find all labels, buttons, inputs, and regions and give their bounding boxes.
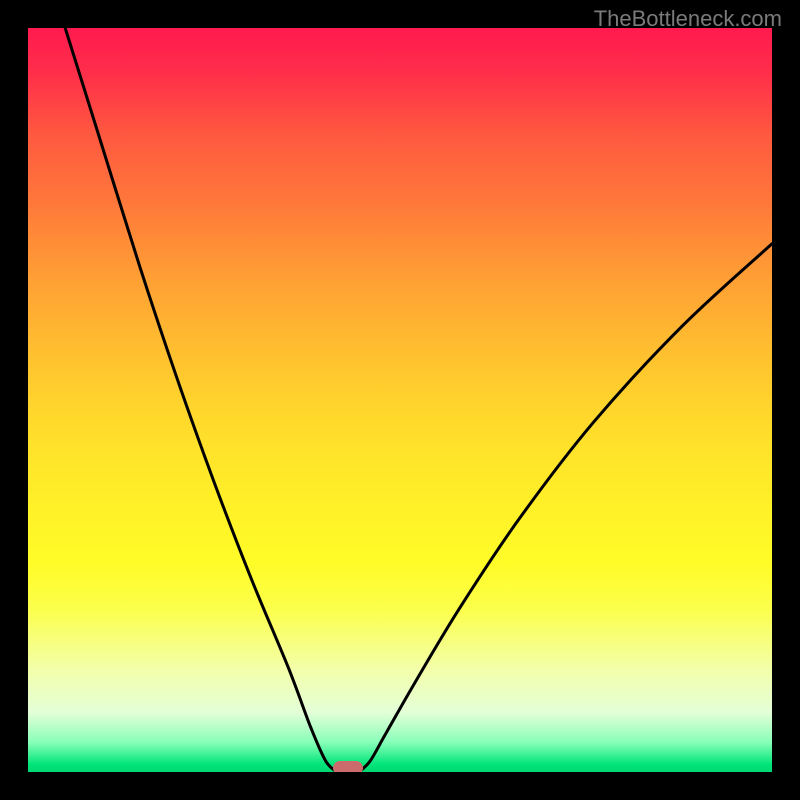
minimum-marker [333, 761, 363, 772]
bottleneck-curve [28, 28, 772, 772]
plot-area [28, 28, 772, 772]
watermark-text: TheBottleneck.com [594, 6, 782, 32]
